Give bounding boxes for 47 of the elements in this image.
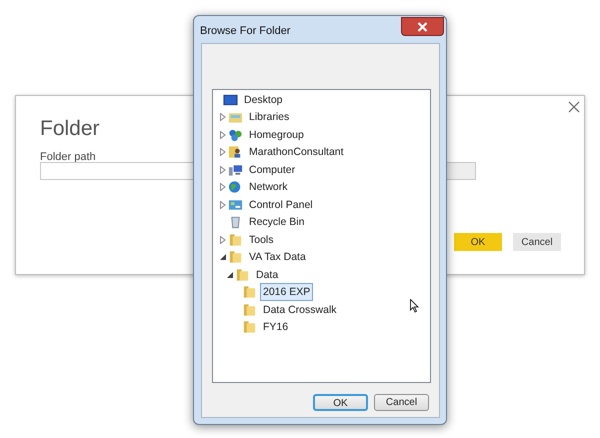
folder-icon	[235, 268, 250, 282]
expand-arrow-icon[interactable]	[220, 148, 226, 156]
folder-icon	[242, 285, 257, 300]
tree-item[interactable]: Desktop	[241, 90, 286, 109]
control-panel-icon	[228, 198, 243, 212]
tree-item[interactable]: Recycle Bin	[246, 213, 308, 232]
cancel-button[interactable]: Cancel	[374, 394, 429, 411]
computer-icon	[228, 162, 243, 177]
tree-item[interactable]: Homegroup	[246, 126, 307, 144]
homegroup-icon	[228, 128, 243, 142]
close-icon[interactable]	[568, 101, 580, 113]
tree-item[interactable]: Data	[253, 266, 282, 284]
tree-item[interactable]: Computer	[246, 160, 298, 179]
tree-item[interactable]: Control Panel	[246, 196, 316, 214]
close-icon	[417, 22, 428, 32]
expand-arrow-icon[interactable]	[220, 130, 226, 139]
expand-arrow-icon[interactable]	[220, 113, 226, 122]
user-folder-icon	[228, 145, 243, 160]
dialog-title: Folder	[40, 116, 100, 142]
tree-item[interactable]: VA Tax Data	[246, 248, 309, 266]
expand-arrow-icon[interactable]	[220, 236, 226, 244]
folder-icon	[228, 250, 243, 264]
collapse-arrow-icon[interactable]	[227, 270, 233, 279]
cancel-button[interactable]: Cancel	[513, 233, 561, 251]
ok-button[interactable]: OK	[313, 394, 368, 411]
close-button[interactable]	[401, 17, 444, 36]
folder-icon	[228, 232, 243, 247]
tree-item[interactable]: Data Crosswalk	[260, 300, 340, 319]
expand-arrow-icon[interactable]	[220, 166, 226, 174]
window-title: Browse For Folder	[200, 24, 290, 39]
globe-icon	[228, 180, 243, 194]
tree-item[interactable]: FY16	[260, 318, 292, 336]
expand-arrow-icon[interactable]	[220, 183, 226, 192]
ok-button[interactable]: OK	[454, 233, 502, 251]
expand-arrow-icon[interactable]	[220, 200, 226, 209]
tree-item[interactable]: Network	[246, 178, 291, 196]
field-label: Folder path	[40, 150, 96, 165]
tree-item[interactable]: 2016 EXP	[260, 283, 314, 302]
folder-icon	[242, 320, 257, 334]
desktop-icon	[223, 92, 238, 107]
tree-item[interactable]: MarathonConsultant	[246, 143, 347, 162]
tree-item[interactable]: Tools	[246, 230, 277, 249]
mouse-cursor-icon	[410, 299, 419, 313]
collapse-arrow-icon[interactable]	[220, 253, 226, 262]
tree-item[interactable]: Libraries	[246, 108, 292, 126]
browse-button[interactable]	[444, 162, 476, 180]
folder-icon	[242, 302, 257, 317]
